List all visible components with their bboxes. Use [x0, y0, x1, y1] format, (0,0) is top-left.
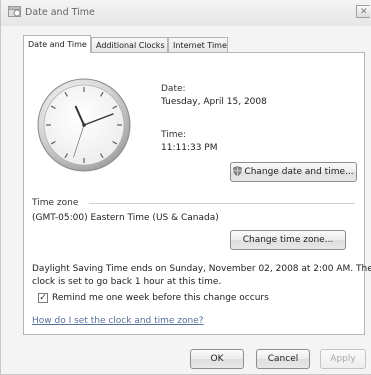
apply-label: Apply [330, 354, 356, 364]
apply-button[interactable]: Apply [320, 349, 366, 369]
change-time-zone-label: Change time zone... [242, 235, 334, 245]
cancel-button[interactable]: Cancel [256, 349, 310, 369]
date-time-icon [8, 6, 21, 17]
tab-date-and-time[interactable]: Date and Time [23, 35, 91, 53]
tab-label: Internet Time [173, 41, 227, 50]
change-time-zone-button[interactable]: Change time zone... [230, 230, 346, 250]
time-label: Time: [161, 130, 187, 140]
section-divider [89, 203, 355, 204]
reminder-label[interactable]: Remind me one week before this change oc… [52, 293, 269, 303]
time-zone-value: (GMT-05:00) Eastern Time (US & Canada) [32, 213, 219, 223]
change-date-time-label: Change date and time... [244, 167, 354, 177]
dst-notice-line-2: clock is set to go back 1 hour at this t… [32, 277, 222, 287]
analog-clock-icon [37, 78, 131, 172]
cancel-label: Cancel [267, 354, 299, 364]
check-icon: ✓ [39, 293, 47, 303]
ok-button[interactable]: OK [190, 349, 244, 369]
tab-internet-time[interactable]: Internet Time [168, 37, 228, 52]
help-link[interactable]: How do I set the clock and time zone? [32, 316, 204, 326]
tab-additional-clocks[interactable]: Additional Clocks [91, 37, 168, 52]
date-value: Tuesday, April 15, 2008 [161, 97, 267, 107]
change-date-time-button[interactable]: Change date and time... [230, 162, 357, 182]
window-title: Date and Time [25, 7, 95, 18]
reminder-checkbox[interactable]: ✓ [38, 293, 48, 303]
close-icon: ✕ [360, 7, 368, 17]
time-value: 11:11:33 PM [161, 143, 218, 153]
time-zone-section-label: Time zone [32, 198, 79, 208]
date-and-time-dialog: Date and Time ✕ Date and Time Additional… [0, 0, 371, 375]
close-button[interactable]: ✕ [356, 5, 370, 18]
date-label: Date: [161, 84, 186, 94]
title-bar: Date and Time ✕ [1, 0, 371, 26]
tab-label: Additional Clocks [96, 41, 165, 50]
ok-label: OK [210, 354, 224, 364]
dst-notice-line-1: Daylight Saving Time ends on Sunday, Nov… [32, 264, 371, 274]
tab-label: Date and Time [28, 40, 87, 49]
uac-shield-icon [233, 166, 243, 176]
